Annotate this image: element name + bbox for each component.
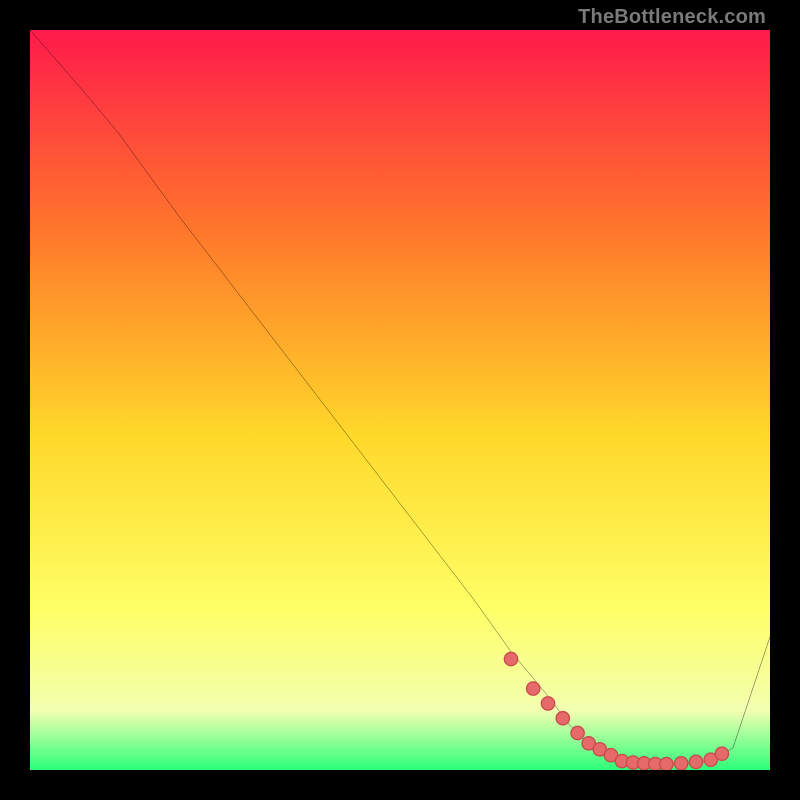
chart-frame: TheBottleneck.com: [0, 0, 800, 800]
gradient-bg: [30, 30, 770, 770]
curve-dot: [556, 712, 569, 725]
curve-dot: [660, 757, 673, 770]
curve-dot: [689, 755, 702, 768]
watermark-text: TheBottleneck.com: [578, 6, 766, 29]
curve-dot: [571, 726, 584, 739]
curve-dot: [527, 682, 540, 695]
curve-dot: [541, 697, 554, 710]
curve-dot: [504, 652, 517, 665]
curve-dot: [715, 747, 728, 760]
curve-dot: [675, 757, 688, 770]
chart-plot: [30, 30, 770, 770]
